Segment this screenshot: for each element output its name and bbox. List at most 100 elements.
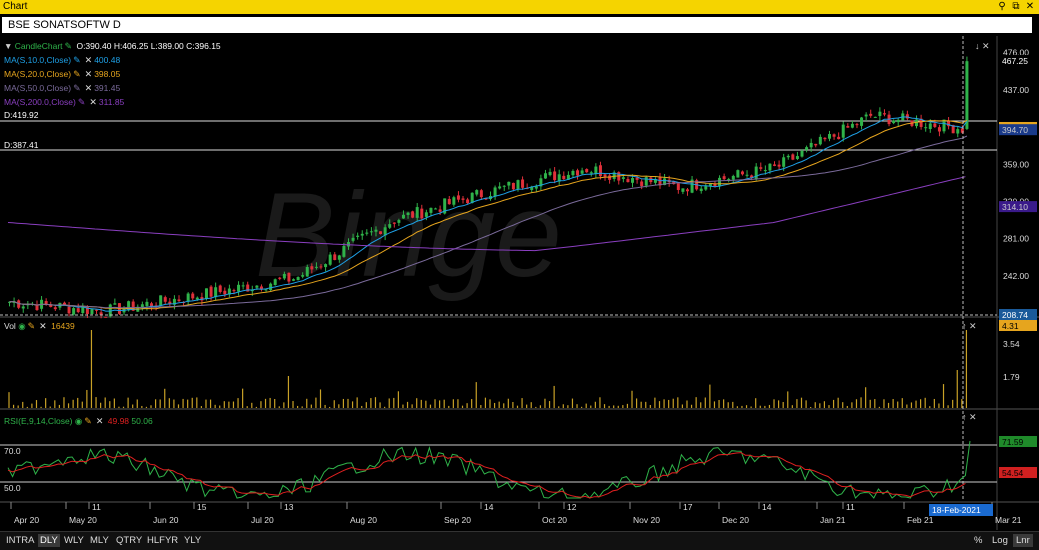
candle <box>543 173 547 179</box>
tf-yly[interactable]: YLY <box>182 534 203 547</box>
scale-linear[interactable]: Lnr <box>1013 534 1033 547</box>
candle <box>434 208 438 210</box>
ma50-tag: 394.70 <box>1002 125 1028 135</box>
price-tick-label: 359.00 <box>1003 159 1029 169</box>
candle <box>420 208 424 219</box>
candle <box>965 61 969 129</box>
candle <box>461 198 465 200</box>
candle <box>644 177 648 186</box>
legend-ma20-name: MA(S,20.0,Close) <box>4 69 72 79</box>
tf-dly[interactable]: DLY <box>38 534 60 547</box>
close-icon[interactable]: ✕ <box>1024 0 1036 14</box>
last-price-tag: 467.25 <box>1002 56 1028 66</box>
time-tick-label: Dec 20 <box>722 515 749 525</box>
tf-hlfyr[interactable]: HLFYR <box>145 534 180 547</box>
candle <box>905 114 909 119</box>
remove-icon[interactable]: ✕ <box>85 83 93 94</box>
candle <box>782 157 786 167</box>
remove-icon[interactable]: ✕ <box>89 97 97 108</box>
ma10-line <box>9 116 968 312</box>
legend-ma200-value: 311.85 <box>98 97 125 107</box>
candle <box>818 136 822 145</box>
remove-icon[interactable]: ✕ <box>85 55 93 66</box>
pane-collapse-icon[interactable]: ↓ ✕ <box>975 41 990 52</box>
candle <box>580 170 584 174</box>
crosshair-price: 208.74 <box>1002 310 1028 320</box>
eye-icon[interactable]: ◉ <box>75 416 82 426</box>
candle <box>699 188 703 192</box>
chart-canvas[interactable]: 476.00437.00398.00359.00320.00281.00242.… <box>0 36 1039 530</box>
candle <box>369 231 373 233</box>
candle <box>186 293 190 302</box>
candle <box>841 124 845 138</box>
candle <box>342 246 346 257</box>
candle <box>209 286 213 297</box>
rsi-fast-line <box>7 440 971 499</box>
time-tick-label: 15 <box>197 502 207 512</box>
time-tick-label: May 20 <box>69 515 97 525</box>
chart-area[interactable]: Binge 476.00437.00398.00359.00320.00281.… <box>0 36 1039 530</box>
tf-qtry[interactable]: QTRY <box>114 534 144 547</box>
edit-icon[interactable]: ✎ <box>73 69 81 80</box>
eye-icon[interactable]: ◉ <box>18 321 25 331</box>
candle <box>301 275 305 277</box>
candle <box>498 186 502 189</box>
candle <box>72 308 76 315</box>
legend-vol: Vol ◉ ✎ ✕ 16439 <box>4 321 75 332</box>
tf-wly[interactable]: WLY <box>62 534 86 547</box>
tf-intra[interactable]: INTRA <box>4 534 37 547</box>
rsi-slow-line <box>7 452 966 499</box>
candle <box>305 267 309 277</box>
candle <box>640 181 644 187</box>
search-icon[interactable]: ⚲ <box>996 0 1008 14</box>
candle <box>214 287 218 298</box>
edit-icon[interactable]: ✎ <box>65 41 73 52</box>
candle <box>832 134 836 137</box>
time-tick-label: 17 <box>683 502 693 512</box>
candle <box>273 279 277 285</box>
candle <box>850 123 854 128</box>
symbol-input[interactable]: BSE SONATSOFTW D <box>2 17 1032 33</box>
candle <box>379 231 383 235</box>
candle <box>860 117 864 126</box>
pane-collapse-icon[interactable]: ↑ ✕ <box>962 321 977 332</box>
candle <box>223 290 227 295</box>
candle <box>896 119 900 123</box>
hline-lower-label: D:387.41 <box>4 140 39 150</box>
edit-icon[interactable]: ✎ <box>78 97 86 108</box>
edit-icon[interactable]: ✎ <box>84 416 92 427</box>
candle <box>447 198 451 205</box>
candle <box>479 190 483 198</box>
candle <box>159 295 163 306</box>
candle <box>324 264 328 268</box>
candle <box>310 266 314 270</box>
candle <box>791 154 795 160</box>
candle <box>759 167 763 169</box>
hline-upper-label: D:419.92 <box>4 110 39 120</box>
edit-icon[interactable]: ✎ <box>28 321 36 332</box>
remove-icon[interactable]: ✕ <box>85 69 93 80</box>
candle <box>232 290 236 292</box>
edit-icon[interactable]: ✎ <box>73 83 81 94</box>
candle <box>287 272 291 282</box>
legend-rsi-name: RSI(E,9,14,Close) <box>4 416 73 426</box>
candle <box>773 164 777 166</box>
time-tick-label: Jul 20 <box>251 515 274 525</box>
candle <box>553 171 557 181</box>
remove-icon[interactable]: ✕ <box>96 416 104 427</box>
time-tick-label: Feb 21 <box>907 515 934 525</box>
window-title: Chart <box>3 1 28 12</box>
restore-icon[interactable]: ⧉ <box>1010 0 1022 14</box>
scale-percent[interactable]: % <box>971 534 985 547</box>
candle <box>195 297 199 300</box>
remove-icon[interactable]: ✕ <box>39 321 47 332</box>
candle <box>113 303 117 305</box>
edit-icon[interactable]: ✎ <box>73 55 81 66</box>
scale-log[interactable]: Log <box>989 534 1011 547</box>
candle <box>722 176 726 180</box>
candle <box>95 309 99 311</box>
tf-mly[interactable]: MLY <box>88 534 111 547</box>
time-tick-label: Sep 20 <box>444 515 471 525</box>
candle <box>319 266 323 268</box>
pane-collapse-icon[interactable]: ↑ ✕ <box>962 412 977 423</box>
